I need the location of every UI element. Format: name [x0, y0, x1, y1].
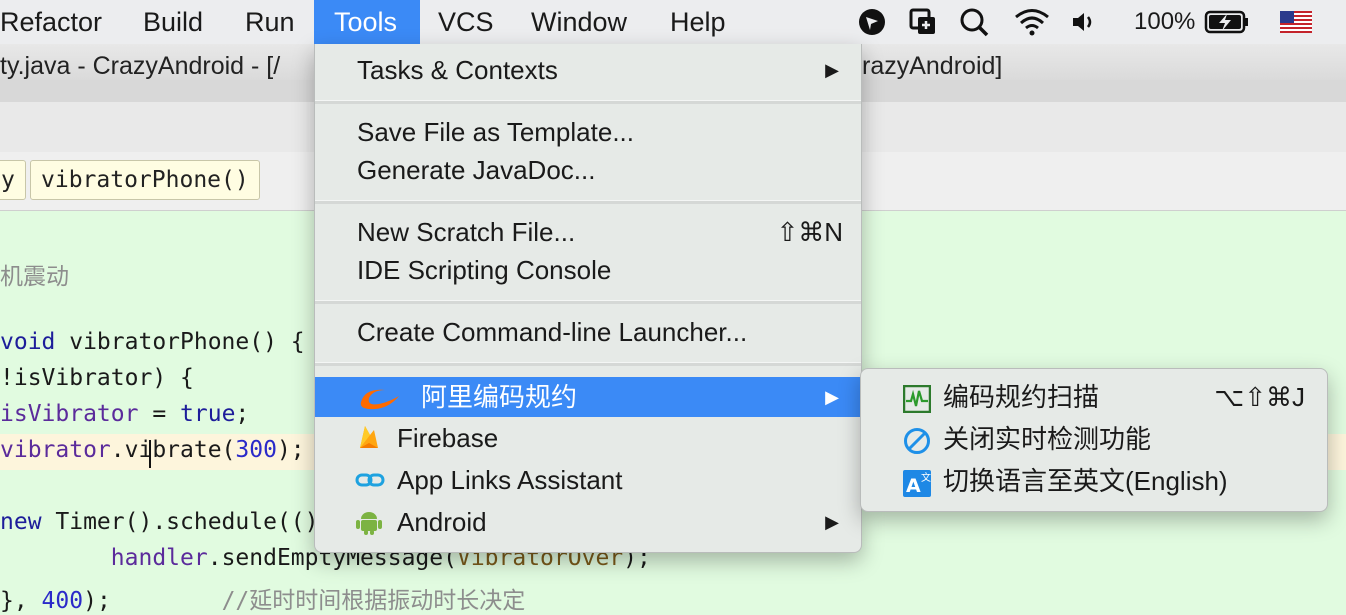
code-token: 机震动	[0, 264, 69, 290]
menu-build[interactable]: Build	[143, 0, 203, 44]
menu-item-app-links-assistant[interactable]: App Links Assistant	[315, 461, 861, 499]
menu-separator	[315, 300, 861, 304]
breadcrumb-class[interactable]: y	[0, 160, 26, 200]
code-token: true	[180, 401, 236, 427]
breadcrumb-method[interactable]: vibratorPhone()	[30, 160, 260, 200]
code-line[interactable]: void vibratorPhone() {	[0, 329, 305, 355]
text-caret	[149, 440, 151, 468]
submenu-item-switch-language[interactable]: A文 切换语言至英文(English)	[861, 461, 1327, 501]
code-token: Timer().schedule(()	[41, 509, 319, 535]
battery-percentage: 100%	[1134, 8, 1196, 35]
code-line[interactable]: isVibrator = true;	[0, 401, 249, 427]
menu-item-new-scratch-file[interactable]: New Scratch File... ⇧⌘N	[315, 213, 861, 251]
code-token: !isVibrator) {	[0, 365, 194, 391]
menu-window[interactable]: Window	[531, 0, 627, 44]
code-token: );	[276, 437, 305, 463]
link-chain-icon	[355, 466, 385, 494]
submenu-arrow-icon: ▶	[825, 512, 839, 532]
submenu-item-scan[interactable]: 编码规约扫描 ⌥⇧⌘J	[861, 377, 1327, 417]
window-title-right: razyAndroid]	[862, 52, 1003, 80]
code-token: void	[0, 329, 56, 355]
tools-dropdown-menu: Tasks & Contexts ▶ Save File as Template.…	[314, 44, 862, 553]
menu-item-alibaba-guidelines[interactable]: 阿里编码规约 ▶	[315, 377, 861, 417]
menu-refactor[interactable]: Refactor	[0, 0, 122, 44]
code-line[interactable]: new Timer().schedule(()	[0, 509, 319, 535]
shortcut-label: ⇧⌘N	[776, 217, 843, 247]
code-token: vibrator	[0, 437, 111, 463]
code-line[interactable]: vibrator.vibrate(300);	[0, 437, 305, 463]
menu-item-firebase[interactable]: Firebase	[315, 419, 861, 457]
scan-chart-icon	[902, 384, 932, 414]
shortcut-label: ⌥⇧⌘J	[1214, 382, 1305, 412]
code-token: },	[0, 588, 42, 614]
screen-copy-icon[interactable]	[907, 6, 939, 38]
code-line[interactable]: 机震动	[0, 257, 69, 291]
alibaba-submenu: 编码规约扫描 ⌥⇧⌘J 关闭实时检测功能 A文 切换语言至英文(English)	[860, 368, 1328, 512]
code-token: ;	[235, 401, 250, 427]
android-robot-icon	[355, 508, 383, 536]
menu-separator	[315, 100, 861, 104]
menu-vcs[interactable]: VCS	[438, 0, 494, 44]
menu-tools[interactable]: Tools	[314, 0, 420, 44]
wifi-icon[interactable]	[1012, 6, 1052, 38]
svg-text:文: 文	[921, 471, 931, 484]
battery-charging-icon[interactable]	[1204, 6, 1250, 38]
no-entry-icon	[903, 426, 931, 454]
menu-separator	[315, 362, 861, 366]
menu-item-command-line-launcher[interactable]: Create Command-line Launcher...	[315, 313, 861, 351]
code-token: vibratorPhone() {	[55, 329, 305, 355]
search-icon[interactable]	[958, 6, 990, 38]
menu-item-save-template[interactable]: Save File as Template...	[315, 113, 861, 151]
code-token: //延时时间根据振动时长决定	[221, 588, 526, 614]
menu-help[interactable]: Help	[670, 0, 726, 44]
menu-item-tasks-contexts[interactable]: Tasks & Contexts ▶	[315, 51, 861, 89]
code-token: isVibrator	[0, 401, 139, 427]
code-token: );	[83, 588, 222, 614]
submenu-arrow-icon: ▶	[825, 387, 839, 407]
menu-bar: Refactor Build Run Tools VCS Window Help…	[0, 0, 1346, 45]
code-line[interactable]: }, 400); //延时时间根据振动时长决定	[0, 581, 525, 615]
menu-item-generate-javadoc[interactable]: Generate JavaDoc...	[315, 151, 861, 189]
volume-icon[interactable]	[1068, 6, 1100, 38]
window-title-left: ty.java - CrazyAndroid - [/	[0, 52, 281, 80]
language-switch-icon: A文	[903, 468, 931, 497]
menu-separator	[315, 200, 861, 204]
submenu-arrow-icon: ▶	[825, 60, 839, 80]
firebase-flame-icon	[355, 424, 383, 452]
menu-run[interactable]: Run	[245, 0, 295, 44]
code-token: new	[0, 509, 42, 535]
svg-text:A: A	[906, 475, 921, 497]
submenu-item-disable-realtime[interactable]: 关闭实时检测功能	[861, 419, 1327, 459]
code-token: .vibrate(	[110, 437, 236, 463]
us-flag-icon[interactable]	[1280, 6, 1312, 38]
menu-item-ide-scripting-console[interactable]: IDE Scripting Console	[315, 251, 861, 289]
code-token: =	[138, 401, 181, 427]
paw-app-icon[interactable]	[856, 6, 888, 38]
code-token: 300	[235, 437, 277, 463]
code-line[interactable]: !isVibrator) {	[0, 365, 194, 391]
code-token: handler	[0, 545, 208, 571]
alibaba-logo-icon	[355, 383, 403, 411]
menu-item-android[interactable]: Android ▶	[315, 503, 861, 541]
code-token: 400	[41, 588, 84, 614]
